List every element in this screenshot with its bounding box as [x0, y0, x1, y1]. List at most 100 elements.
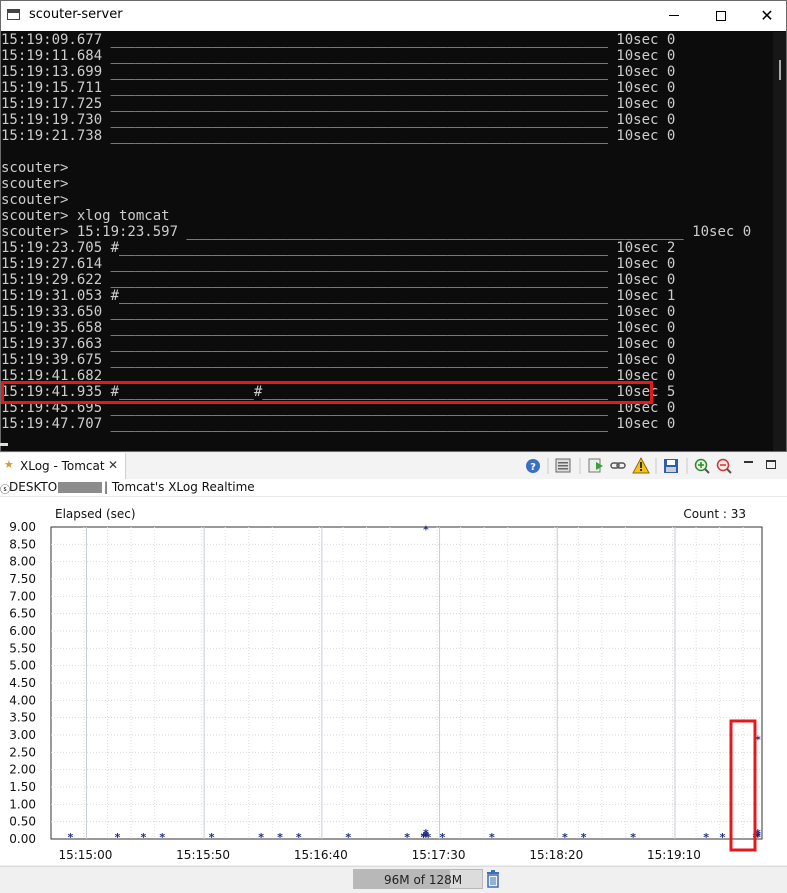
view-maximize-icon[interactable] [766, 460, 776, 469]
highlight-box [1, 381, 653, 404]
terminal-app-icon [7, 9, 20, 20]
y-axis-label: Elapsed (sec) [55, 507, 136, 521]
view-minimize-icon[interactable] [744, 461, 753, 463]
console-line: 15:19:39.675 ___________________________… [1, 352, 676, 368]
y-tick-label: 1.50 [9, 780, 36, 794]
xlog-scatter-chart[interactable]: 9.00 8.50 8.00 7.50 7.00 6.50 6.00 5.50 5.00 4.50… [0, 497, 787, 865]
config-icon[interactable] [555, 458, 571, 473]
console-line: scouter> [1, 160, 69, 176]
y-tick-label: 2.50 [9, 745, 36, 759]
console-line: 15:19:21.738 ___________________________… [1, 128, 676, 144]
console-line: scouter> [1, 192, 69, 208]
heap-status[interactable]: 96M of 128M [353, 869, 483, 889]
xlog-point[interactable]: * [345, 831, 351, 844]
xlog-point[interactable]: * [209, 831, 215, 844]
run-icon[interactable] [588, 458, 603, 473]
minimize-button[interactable] [652, 1, 698, 31]
x-tick-label: 15:16:40 [294, 848, 348, 862]
xlog-point[interactable]: * [489, 831, 495, 844]
status-bar: 96M of 128M [0, 866, 787, 893]
console-scrollbar[interactable] [773, 32, 786, 451]
help-icon[interactable]: ? [526, 459, 540, 473]
xlog-point[interactable]: * [703, 831, 709, 844]
link-icon[interactable] [610, 462, 626, 469]
y-tick-label: 0.00 [9, 832, 36, 846]
zoom-out-icon[interactable] [716, 458, 732, 474]
y-tick-label: 3.00 [9, 728, 36, 742]
console-line: 15:19:33.650 ___________________________… [1, 304, 676, 320]
warning-icon[interactable] [632, 456, 650, 474]
y-tick-label: 8.50 [9, 537, 36, 551]
server-name: DESKTOP [9, 480, 65, 494]
scrollbar-thumb[interactable] [779, 60, 781, 80]
console-line: 15:19:11.684 ___________________________… [1, 48, 676, 64]
xlog-point[interactable]: * [630, 831, 636, 844]
xlog-point[interactable]: * [562, 831, 568, 844]
tab-xlog-tomcat[interactable]: ★ XLog - Tomcat ✕ [0, 453, 126, 479]
y-tick-label: 4.50 [9, 676, 36, 690]
console-line: scouter> 15:19:23.597 __________________… [1, 224, 752, 240]
svg-text:?: ? [530, 462, 536, 473]
console-line: scouter> [1, 176, 69, 192]
y-tick-label: 1.00 [9, 797, 36, 811]
xlog-point[interactable]: * [68, 831, 74, 844]
maximize-button[interactable] [698, 1, 744, 31]
xlog-point[interactable]: * [296, 831, 302, 844]
y-tick-label: 5.00 [9, 659, 36, 673]
console-line: 15:19:15.711 ___________________________… [1, 80, 676, 96]
console-cursor [0, 443, 8, 446]
y-tick-label: 7.50 [9, 572, 36, 586]
console-line: 15:19:35.658 ___________________________… [1, 320, 676, 336]
minimize-icon [669, 15, 679, 16]
zoom-in-icon[interactable] [694, 458, 710, 474]
xlog-point[interactable]: * [159, 831, 165, 844]
title-bar[interactable]: scouter-server ✕ [1, 1, 786, 31]
console-line: 15:19:47.707 ___________________________… [1, 416, 676, 432]
xlog-point[interactable]: * [720, 831, 726, 844]
console-line: scouter> xlog tomcat [1, 208, 170, 224]
close-button[interactable]: ✕ [744, 1, 786, 31]
xlog-point[interactable]: * [440, 831, 446, 844]
y-tick-label: 9.00 [9, 520, 36, 534]
xlog-point[interactable]: * [423, 524, 429, 537]
xlog-point[interactable]: * [404, 831, 410, 844]
trash-icon[interactable] [486, 870, 500, 888]
save-icon[interactable] [664, 459, 678, 473]
y-tick-label: 6.00 [9, 624, 36, 638]
view-tab-bar: ★ XLog - Tomcat ✕ ? [0, 453, 787, 480]
console-line: 15:19:19.730 ___________________________… [1, 112, 676, 128]
xlog-point[interactable]: * [581, 831, 587, 844]
x-tick-label: 15:18:20 [529, 848, 583, 862]
console-window: scouter-server ✕ 15:19:09.677 __________… [0, 0, 787, 452]
window-title: scouter-server [29, 7, 123, 22]
x-tick-label: 15:17:30 [412, 848, 466, 862]
console-line: 15:19:29.622 ___________________________… [1, 272, 676, 288]
view-description: | Tomcat's XLog Realtime [104, 480, 255, 494]
xlog-chart-area[interactable]: 9.00 8.50 8.00 7.50 7.00 6.50 6.00 5.50 5.00 4.50… [0, 497, 787, 865]
redacted-hostname [58, 482, 102, 493]
plot-frame [50, 526, 763, 840]
maximize-icon [716, 11, 726, 21]
y-tick-label: 4.00 [9, 693, 36, 707]
console-line: 15:19:31.053 #__________________________… [1, 288, 676, 304]
console-line: 15:19:13.699 ___________________________… [1, 64, 676, 80]
y-tick-label: 7.00 [9, 589, 36, 603]
xlog-point[interactable]: * [258, 831, 264, 844]
tab-close-icon[interactable]: ✕ [108, 458, 118, 472]
console-line: 15:19:37.663 ___________________________… [1, 336, 676, 352]
heap-label: 96M of 128M [384, 873, 463, 887]
xlog-point[interactable]: * [425, 831, 431, 844]
close-icon: ✕ [760, 6, 774, 25]
xlog-point[interactable]: * [141, 831, 147, 844]
count-label: Count : 33 [683, 507, 746, 521]
tab-title: XLog - Tomcat [20, 459, 105, 473]
x-tick-label: 15:15:00 [58, 848, 112, 862]
x-tick-label: 15:19:10 [647, 848, 701, 862]
y-tick-label: 3.50 [9, 711, 36, 725]
xlog-point[interactable]: * [277, 831, 283, 844]
console-line: 15:19:17.725 ___________________________… [1, 96, 676, 112]
console-line: 15:19:27.614 ___________________________… [1, 256, 676, 272]
x-tick-label: 15:15:50 [176, 848, 230, 862]
xlog-point[interactable]: * [115, 831, 121, 844]
